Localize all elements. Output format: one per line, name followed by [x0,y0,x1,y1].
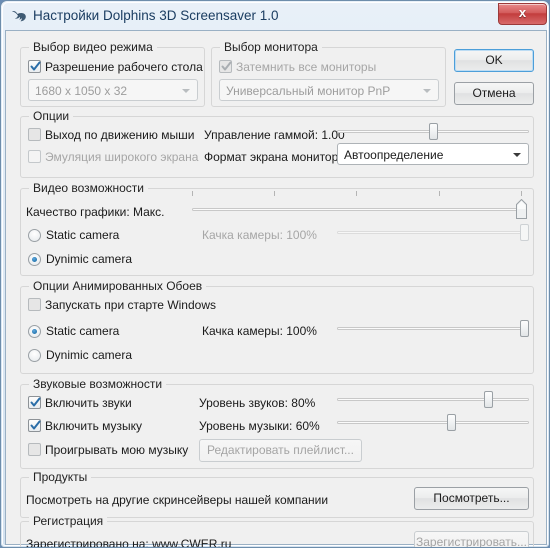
checkmark-icon [30,60,41,73]
exit-on-mouse-move-label: Выход по движению мыши [45,128,195,142]
sound-level-track [337,398,529,401]
graphics-quality-label: Качество графики: Макс. [26,205,165,219]
dim-all-monitors-label: Затемнить все мониторы [236,60,377,74]
enable-music-checkbox[interactable] [28,419,41,432]
video-static-camera-label: Static camera [46,228,120,242]
wallpaper-group-legend: Опции Анимированных Обоев [29,279,207,293]
sound-level-slider[interactable] [337,389,529,409]
aspect-combo-value: Автоопределение [344,148,444,162]
registration-text: Зарегистрировано на: www.CWER.ru [26,537,232,548]
dolphin-icon [10,7,28,25]
monitor-combo[interactable]: Универсальный монитор PnP [219,79,439,101]
settings-dialog-window: Настройки Dolphins 3D Screensaver 1.0 x … [0,0,550,548]
gamma-slider[interactable] [337,121,529,141]
run-at-startup-checkbox[interactable] [28,298,41,311]
music-level-thumb[interactable] [447,414,456,431]
options-group-legend: Опции [29,109,74,123]
chevron-down-icon [513,153,521,157]
gamma-label: Управление гаммой: 1.00 [204,128,345,142]
widescreen-emulation-checkbox [28,150,41,163]
gamma-slider-thumb[interactable] [429,123,438,140]
run-at-startup-label: Запускать при старте Windows [45,298,216,312]
quality-slider-ticks [192,191,522,196]
resolution-combo[interactable]: 1680 x 1050 x 32 [28,79,198,101]
monitor-combo-value: Универсальный монитор PnP [226,84,391,98]
dialog-client-area: Выбор видео режима Разрешение рабочего с… [5,30,547,548]
video-camera-shake-thumb [520,224,529,241]
exit-on-mouse-move-checkbox[interactable] [28,128,41,141]
wallpaper-camera-shake-label: Качка камеры: 100% [202,324,317,338]
enable-sounds-label: Включить звуки [45,396,132,410]
resolution-combo-value: 1680 x 1050 x 32 [35,84,128,98]
registration-group-legend: Регистрация [29,514,108,528]
video-capabilities-group-legend: Видео возможности [29,181,148,195]
window-title: Настройки Dolphins 3D Screensaver 1.0 [33,8,279,23]
close-icon: x [518,5,527,20]
video-mode-group-legend: Выбор видео режима [29,40,157,54]
video-camera-shake-slider [337,222,529,242]
products-group-legend: Продукты [29,470,92,484]
wallpaper-static-camera-label: Static camera [46,324,120,338]
chevron-down-icon [423,89,431,93]
checkmark-icon [30,396,41,409]
quality-slider-thumb[interactable] [516,199,527,219]
edit-playlist-button: Редактировать плейлист... [199,439,362,462]
desktop-resolution-label: Разрешение рабочего стола [45,60,203,74]
video-camera-shake-track [337,231,529,234]
music-level-track [337,421,529,424]
video-dynamic-camera-radio[interactable] [28,253,41,266]
wallpaper-dynamic-camera-label: Dynimic camera [46,348,133,362]
enable-sounds-checkbox[interactable] [28,396,41,409]
close-button[interactable]: x [498,3,547,25]
ok-button[interactable]: OK [454,49,534,72]
view-products-button[interactable]: Посмотреть... [414,487,529,510]
graphics-quality-slider[interactable] [192,199,527,219]
wallpaper-camera-shake-thumb[interactable] [520,320,529,337]
video-camera-shake-label: Качка камеры: 100% [202,228,317,242]
sound-level-label: Уровень звуков: 80% [199,396,316,410]
register-button: Зарегистрировать... [414,531,529,547]
monitor-group-legend: Выбор монитора [220,40,322,54]
radio-dot-icon [32,257,37,262]
enable-music-label: Включить музыку [45,419,143,433]
checkmark-icon [30,419,41,432]
sound-level-thumb[interactable] [484,391,493,408]
wallpaper-static-camera-radio[interactable] [28,325,41,338]
radio-dot-icon [32,329,37,334]
quality-slider-track [192,208,522,211]
cancel-button[interactable]: Отмена [454,82,534,105]
checkmark-icon [221,60,232,73]
sound-group-legend: Звуковые возможности [29,377,167,391]
aspect-combo[interactable]: Автоопределение [337,143,529,165]
music-level-label: Уровень музыки: 60% [199,419,320,433]
title-bar[interactable]: Настройки Dolphins 3D Screensaver 1.0 x [1,1,549,30]
desktop-resolution-checkbox[interactable] [28,60,41,73]
wallpaper-camera-shake-track [337,327,529,330]
widescreen-emulation-label: Эмуляция широкого экрана [45,150,199,164]
dim-all-monitors-checkbox [219,60,232,73]
video-static-camera-radio[interactable] [28,229,41,242]
products-text: Посмотреть на другие скринсейверы нашей … [26,493,329,507]
music-level-slider[interactable] [337,412,529,432]
chevron-down-icon [182,89,190,93]
play-my-music-checkbox[interactable] [28,443,41,456]
wallpaper-dynamic-camera-radio[interactable] [28,349,41,362]
play-my-music-label: Проигрывать мою музыку [45,443,189,457]
video-dynamic-camera-label: Dynimic camera [46,252,133,266]
wallpaper-camera-shake-slider[interactable] [337,318,529,338]
aspect-label: Формат экрана монитора: [204,150,349,164]
